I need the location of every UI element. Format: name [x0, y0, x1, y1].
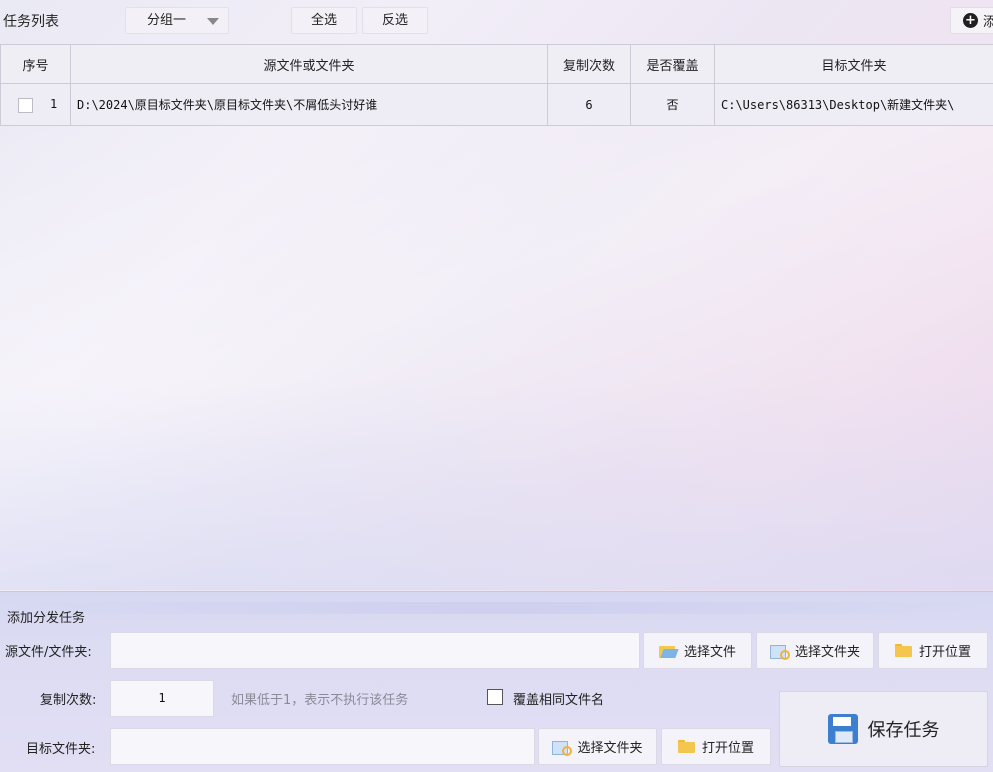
open-location-button[interactable]: 打开位置: [878, 632, 988, 669]
copies-input[interactable]: 1: [110, 680, 214, 717]
cell-source: D:\2024\原目标文件夹\原目标文件夹\不屑低头讨好谁: [70, 83, 548, 126]
select-all-button[interactable]: 全选: [291, 7, 357, 34]
chevron-down-icon: [207, 18, 219, 25]
task-table: 序号 源文件或文件夹 复制次数 是否覆盖 目标文件夹 1 D:\2024\原目标…: [0, 44, 993, 126]
select-file-label: 选择文件: [683, 645, 736, 660]
cell-no: 1: [0, 83, 71, 126]
plus-circle-icon: +: [963, 13, 978, 28]
folder-icon: [894, 644, 912, 657]
column-header-source[interactable]: 源文件或文件夹: [70, 44, 548, 84]
toolbar: 任务列表 分组一 全选 反选 + 添: [0, 0, 993, 42]
add-task-button-label: 添: [983, 15, 993, 30]
open-file-icon: [658, 644, 677, 658]
browse-folder-icon: [769, 644, 790, 660]
open-location-label: 打开位置: [918, 645, 971, 660]
target-input[interactable]: [110, 728, 535, 765]
cell-overwrite: 否: [630, 83, 715, 126]
source-input[interactable]: [110, 632, 640, 669]
overwrite-label[interactable]: 覆盖相同文件名: [513, 689, 604, 708]
group-select-value: 分组一: [147, 13, 187, 28]
row-checkbox[interactable]: [18, 98, 33, 113]
invert-select-button[interactable]: 反选: [362, 7, 428, 34]
select-file-button[interactable]: 选择文件: [643, 632, 752, 669]
add-task-button[interactable]: + 添: [950, 7, 993, 34]
column-header-no[interactable]: 序号: [0, 44, 71, 84]
save-task-label: 保存任务: [867, 720, 940, 741]
panel-title: 添加分发任务: [7, 611, 86, 626]
browse-folder-icon: [552, 740, 573, 756]
save-icon: [827, 714, 858, 744]
cell-target: C:\Users\86313\Desktop\新建文件夹\: [714, 83, 993, 126]
column-header-copies[interactable]: 复制次数: [547, 44, 631, 84]
select-folder-button[interactable]: 选择文件夹: [756, 632, 874, 669]
copies-hint: 如果低于1，表示不执行该任务: [231, 693, 409, 708]
table-header-row: 序号 源文件或文件夹 复制次数 是否覆盖 目标文件夹: [0, 44, 993, 84]
cell-copies: 6: [547, 83, 631, 126]
group-select[interactable]: 分组一: [125, 7, 229, 34]
table-row[interactable]: 1 D:\2024\原目标文件夹\原目标文件夹\不屑低头讨好谁 6 否 C:\U…: [0, 83, 993, 126]
overwrite-checkbox[interactable]: [487, 689, 503, 705]
row-number: 1: [50, 97, 58, 111]
folder-icon: [677, 740, 695, 753]
select-folder-label: 选择文件夹: [794, 645, 860, 660]
save-task-button[interactable]: 保存任务: [779, 691, 988, 767]
copies-label: 复制次数:: [40, 693, 97, 708]
column-header-target[interactable]: 目标文件夹: [714, 44, 993, 84]
task-list-title: 任务列表: [3, 14, 59, 30]
target-select-folder-button[interactable]: 选择文件夹: [538, 728, 657, 765]
add-task-panel: 添加分发任务 源文件/文件夹: 选择文件 选择文件夹 打开位置 复制次数: 1 …: [0, 591, 993, 772]
source-label: 源文件/文件夹:: [5, 645, 92, 660]
target-label: 目标文件夹:: [26, 742, 96, 757]
target-open-location-label: 打开位置: [701, 741, 754, 756]
target-open-location-button[interactable]: 打开位置: [661, 728, 771, 765]
column-header-overwrite[interactable]: 是否覆盖: [630, 44, 715, 84]
target-select-folder-label: 选择文件夹: [577, 741, 643, 756]
